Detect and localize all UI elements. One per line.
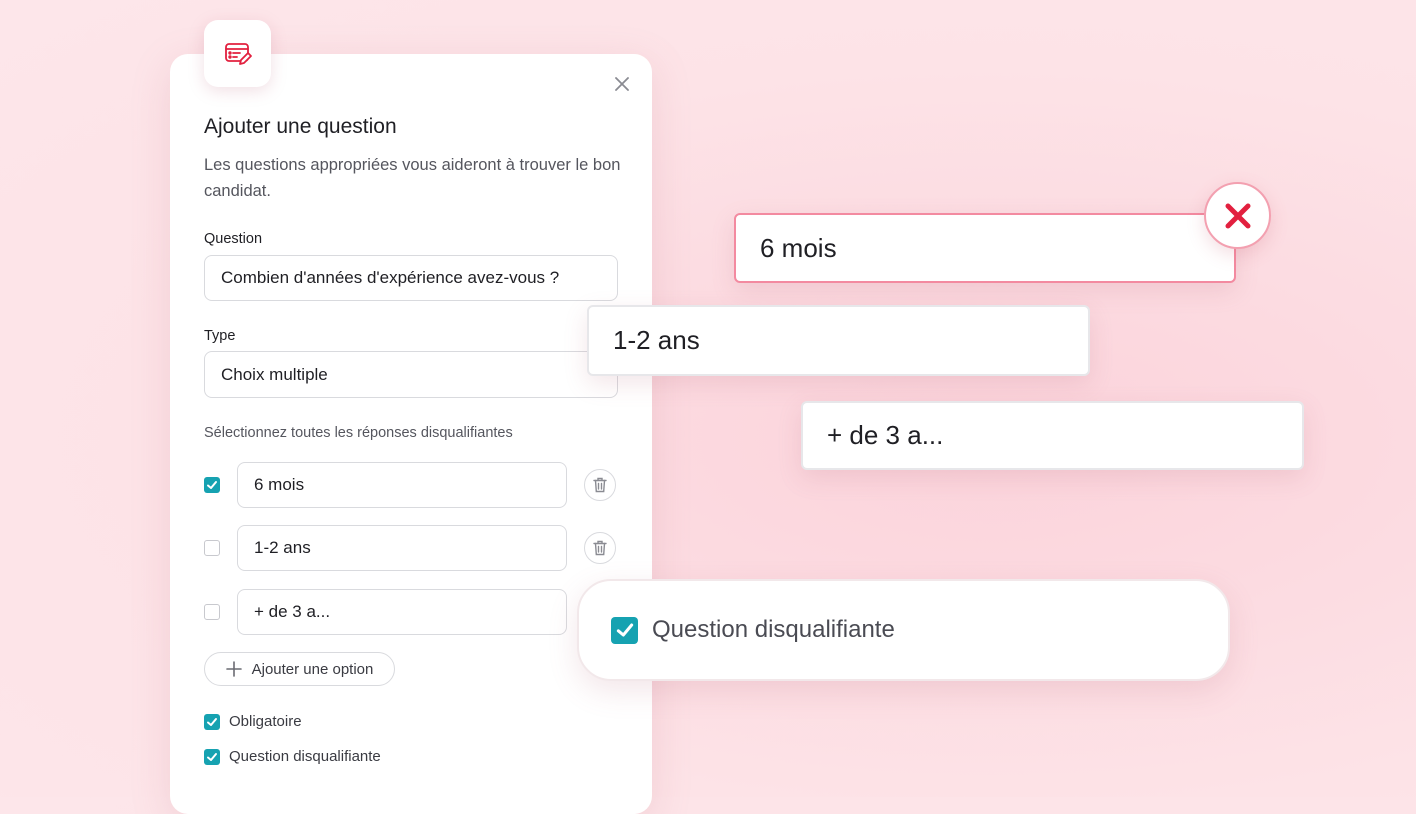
answer-card-3: + de 3 a... (801, 401, 1304, 470)
check-icon (207, 753, 217, 761)
close-icon[interactable] (610, 72, 634, 96)
answer-card-3-text: + de 3 a... (827, 420, 944, 450)
pill-label: Question disqualifiante (652, 616, 895, 643)
rejected-answer-text: 6 mois (760, 232, 837, 263)
pill-checkbox[interactable] (611, 616, 638, 644)
option-1-checkbox[interactable] (204, 477, 220, 493)
disqualifying-label: Question disqualifiante (229, 748, 381, 765)
question-label: Question (204, 231, 263, 247)
disqualifying-checkbox[interactable] (204, 749, 220, 765)
option-2-input[interactable]: 1-2 ans (237, 525, 567, 571)
option-1-value: 6 mois (254, 475, 305, 494)
answer-card-2-text: 1-2 ans (613, 325, 700, 355)
type-select-value: Choix multiple (221, 364, 328, 384)
question-input-value: Combien d'années d'expérience avez-vous … (221, 268, 560, 287)
type-select[interactable]: Choix multiple (204, 351, 618, 398)
dialog-title: Ajouter une question (204, 115, 397, 138)
option-1-delete-button[interactable] (584, 469, 616, 501)
trash-icon (593, 477, 607, 493)
add-option-button[interactable]: Ajouter une option (204, 652, 395, 686)
check-icon (207, 718, 217, 726)
disqualifying-pill: Question disqualifiante (577, 579, 1230, 681)
option-3-value: + de 3 a... (254, 602, 331, 621)
disqualify-instruction: Sélectionnez toutes les réponses disqual… (204, 425, 513, 441)
dialog-subtitle: Les questions appropriées vous aideront … (204, 156, 621, 200)
form-edit-icon (204, 20, 271, 87)
option-1-input[interactable]: 6 mois (237, 462, 567, 508)
required-checkbox[interactable] (204, 714, 220, 730)
option-2-delete-button[interactable] (584, 532, 616, 564)
question-input[interactable]: Combien d'années d'expérience avez-vous … (204, 255, 618, 301)
reject-x-icon (1204, 182, 1271, 249)
check-icon (207, 481, 217, 489)
check-icon (616, 623, 633, 637)
rejected-answer-card: 6 mois (734, 213, 1236, 283)
answer-card-2: 1-2 ans (587, 305, 1090, 376)
option-2-value: 1-2 ans (254, 538, 311, 557)
type-label: Type (204, 328, 236, 344)
required-label: Obligatoire (229, 713, 302, 730)
add-option-label: Ajouter une option (251, 660, 374, 678)
option-2-checkbox[interactable] (204, 540, 220, 556)
option-3-checkbox[interactable] (204, 604, 220, 620)
trash-icon (593, 540, 607, 556)
option-3-input[interactable]: + de 3 a... (237, 589, 567, 635)
plus-icon (225, 661, 242, 677)
